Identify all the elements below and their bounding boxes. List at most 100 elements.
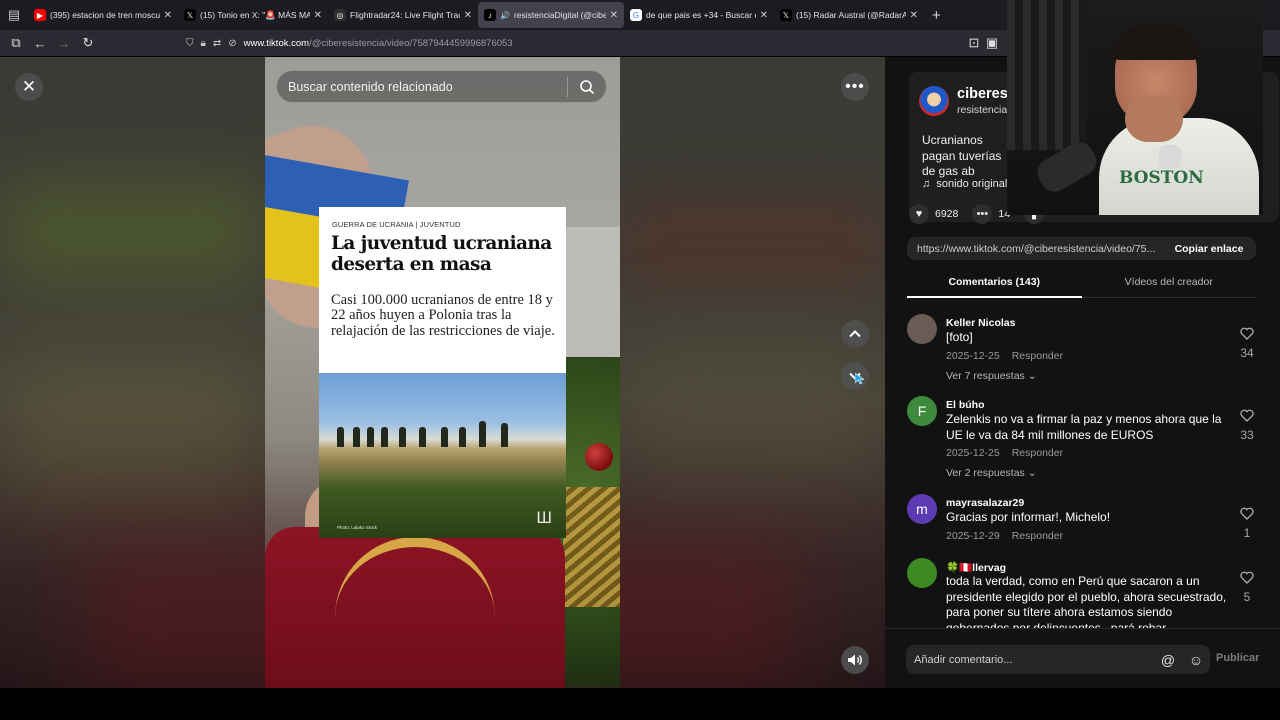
hair-shape (1113, 25, 1199, 60)
previous-video-button[interactable] (841, 320, 869, 348)
tab-audio-icon[interactable]: 🔊 (500, 11, 510, 20)
browser-tab[interactable]: ♪ 🔊 resistenciaDigital (@cibere ✕ (478, 2, 624, 28)
browser-tab[interactable]: ◎ Flightradar24: Live Flight Tracke ✕ (328, 2, 478, 28)
browser-tab[interactable]: 𝕏 (15) Radar Austral (@RadarAustr ✕ (774, 2, 924, 28)
browser-tab[interactable]: 𝕏 (15) Tonio en X: "🚨 MÁS MATE ✕ (178, 2, 328, 28)
commenter-name[interactable]: mayrasalazar29 (946, 497, 1024, 509)
comment-date: 2025-12-25 (946, 349, 1000, 362)
radar-icon: ◎ (334, 9, 346, 21)
chevron-down-icon: ⌄ (1024, 369, 1037, 382)
commenter-avatar[interactable]: m (907, 494, 937, 524)
article-kicker: GUERRA DE UCRANIA | JUVENTUD (332, 220, 461, 229)
tab-close-icon[interactable]: ✕ (464, 10, 472, 21)
heart-outline-icon (1240, 507, 1254, 520)
browser-tab[interactable]: ▶ (395) estacion de tren moscu - Y ✕ (28, 2, 178, 28)
hand-shape (1125, 96, 1183, 142)
reply-button[interactable]: Responder (1012, 350, 1063, 362)
tab-title: (395) estacion de tren moscu - Y (50, 10, 160, 20)
url-host: www.tiktok.com (243, 37, 310, 49)
comment-like-button[interactable]: 1 (1231, 507, 1263, 540)
related-search-placeholder[interactable]: Buscar contenido relacionado (288, 80, 567, 94)
comment-meta: 2025-12-29 Responder (946, 530, 1063, 542)
search-icon[interactable] (568, 71, 606, 102)
reader-icon[interactable]: ▣ (980, 32, 1004, 54)
tab-creator-videos[interactable]: Vídeos del creador (1081, 268, 1256, 298)
mouse-cursor-icon (855, 373, 864, 384)
camera-blocked-icon[interactable]: ⊘ (228, 38, 236, 49)
trident-logo-icon: Ш (536, 508, 552, 527)
close-video-button[interactable]: ✕ (15, 73, 43, 101)
author-avatar[interactable] (919, 86, 949, 116)
article-headline: La juventud ucraniana deserta en masa (331, 233, 552, 275)
sidebar-icon[interactable]: ⧉ (4, 32, 28, 54)
new-tab-button[interactable]: + (924, 7, 949, 24)
commenter-avatar[interactable] (907, 558, 937, 588)
music-note-icon: ♫ (922, 178, 937, 190)
address-bar[interactable]: ⛉ 🔒︎ ⇄ ⊘ www.tiktok.com/@ciberesistencia… (186, 38, 513, 49)
comment-input-row: Añadir comentario... @ ☺ Publicar (885, 628, 1280, 688)
tab-list-icon[interactable]: ▤ (0, 0, 28, 30)
video-description: Ucranianos pagan tuverías de gas ab (922, 133, 1002, 179)
tab-title: de que pais es +34 - Buscar cor (646, 10, 756, 20)
comment-like-count: 5 (1243, 590, 1251, 604)
comment-date: 2025-12-25 (946, 447, 1000, 460)
reload-icon[interactable]: ↻ (76, 32, 100, 54)
comment-like-button[interactable]: 5 (1231, 571, 1263, 604)
tab-title: (15) Radar Austral (@RadarAustr (796, 10, 906, 20)
comment-meta: 2025-12-25 Responder (946, 350, 1063, 362)
view-replies-label: Ver 2 respuestas (946, 467, 1025, 480)
comment-action[interactable]: ••• 14 (972, 204, 1010, 224)
youtube-icon: ▶ (34, 9, 46, 21)
back-icon[interactable]: ← (28, 32, 52, 54)
tab-title: resistenciaDigital (@cibere (513, 10, 606, 20)
publish-button[interactable]: Publicar (1216, 652, 1259, 664)
tab-close-icon[interactable]: ✕ (760, 10, 768, 21)
reply-button[interactable]: Responder (1012, 447, 1063, 459)
commenter-name[interactable]: Keller Nicolas (946, 317, 1015, 329)
comment-like-count: 1 (1243, 526, 1251, 540)
tab-comments[interactable]: Comentarios (143) (907, 268, 1082, 298)
volume-button[interactable] (841, 646, 869, 674)
browser-tab[interactable]: Gde que pais es +34 - Buscar cor ✕ (624, 2, 774, 28)
mention-icon[interactable]: @ (1154, 652, 1182, 668)
commenter-avatar[interactable] (907, 314, 937, 344)
article-subhead: Casi 100.000 ucranianos de entre 18 y 22… (331, 292, 555, 339)
video-viewer: ✕ Buscar contenido relacionado ••• GUERR… (0, 57, 885, 688)
commenter-name[interactable]: 🍀🇵🇪llervag (946, 561, 1006, 574)
comment-like-button[interactable]: 33 (1231, 409, 1263, 442)
tab-close-icon[interactable]: ✕ (910, 10, 918, 21)
chevron-up-icon (849, 330, 861, 338)
view-replies-button[interactable]: Ver 2 respuestas ⌄ (946, 467, 1037, 479)
reply-button[interactable]: Responder (1012, 530, 1063, 542)
webcam-overlay: BOSTON (1007, 0, 1263, 215)
like-action[interactable]: ♥ 6928 (909, 204, 958, 224)
view-replies-button[interactable]: Ver 7 respuestas ⌄ (946, 370, 1037, 382)
url-path: /@ciberesistencia/video/7587944459996876… (309, 37, 513, 49)
google-icon: G (630, 9, 642, 21)
emoji-icon[interactable]: ☺ (1182, 652, 1210, 668)
tab-close-icon[interactable]: ✕ (610, 10, 618, 21)
tab-close-icon[interactable]: ✕ (314, 10, 322, 21)
taskbar-strip (0, 688, 1280, 720)
comment-placeholder[interactable]: Añadir comentario... (914, 654, 1154, 666)
tab-close-icon[interactable]: ✕ (164, 10, 172, 21)
watch-shape (1159, 145, 1181, 169)
lock-icon: 🔒︎ (200, 37, 206, 49)
commenter-avatar[interactable]: F (907, 396, 937, 426)
copy-link-button[interactable]: Copiar enlace (1162, 243, 1256, 255)
comment-like-count: 34 (1240, 346, 1254, 360)
heart-outline-icon (1240, 409, 1254, 422)
commenter-name[interactable]: El búho (946, 399, 985, 411)
music-label[interactable]: ♫ sonido original - (922, 178, 1014, 190)
heart-icon: ♥ (909, 204, 929, 224)
related-search-box[interactable]: Buscar contenido relacionado (276, 70, 607, 103)
permissions-icon[interactable]: ⇄ (213, 38, 221, 49)
comment-like-button[interactable]: 34 (1231, 327, 1263, 360)
comment-input[interactable]: Añadir comentario... @ ☺ (906, 645, 1210, 674)
soldier-silhouettes (329, 417, 529, 447)
article-photo: Photo: Lalako Stock Ш (319, 373, 566, 538)
more-options-button[interactable]: ••• (841, 73, 869, 101)
forward-icon[interactable]: → (52, 32, 76, 54)
tab-title: Flightradar24: Live Flight Tracke (350, 10, 460, 20)
tiktok-icon: ♪ (484, 9, 496, 21)
